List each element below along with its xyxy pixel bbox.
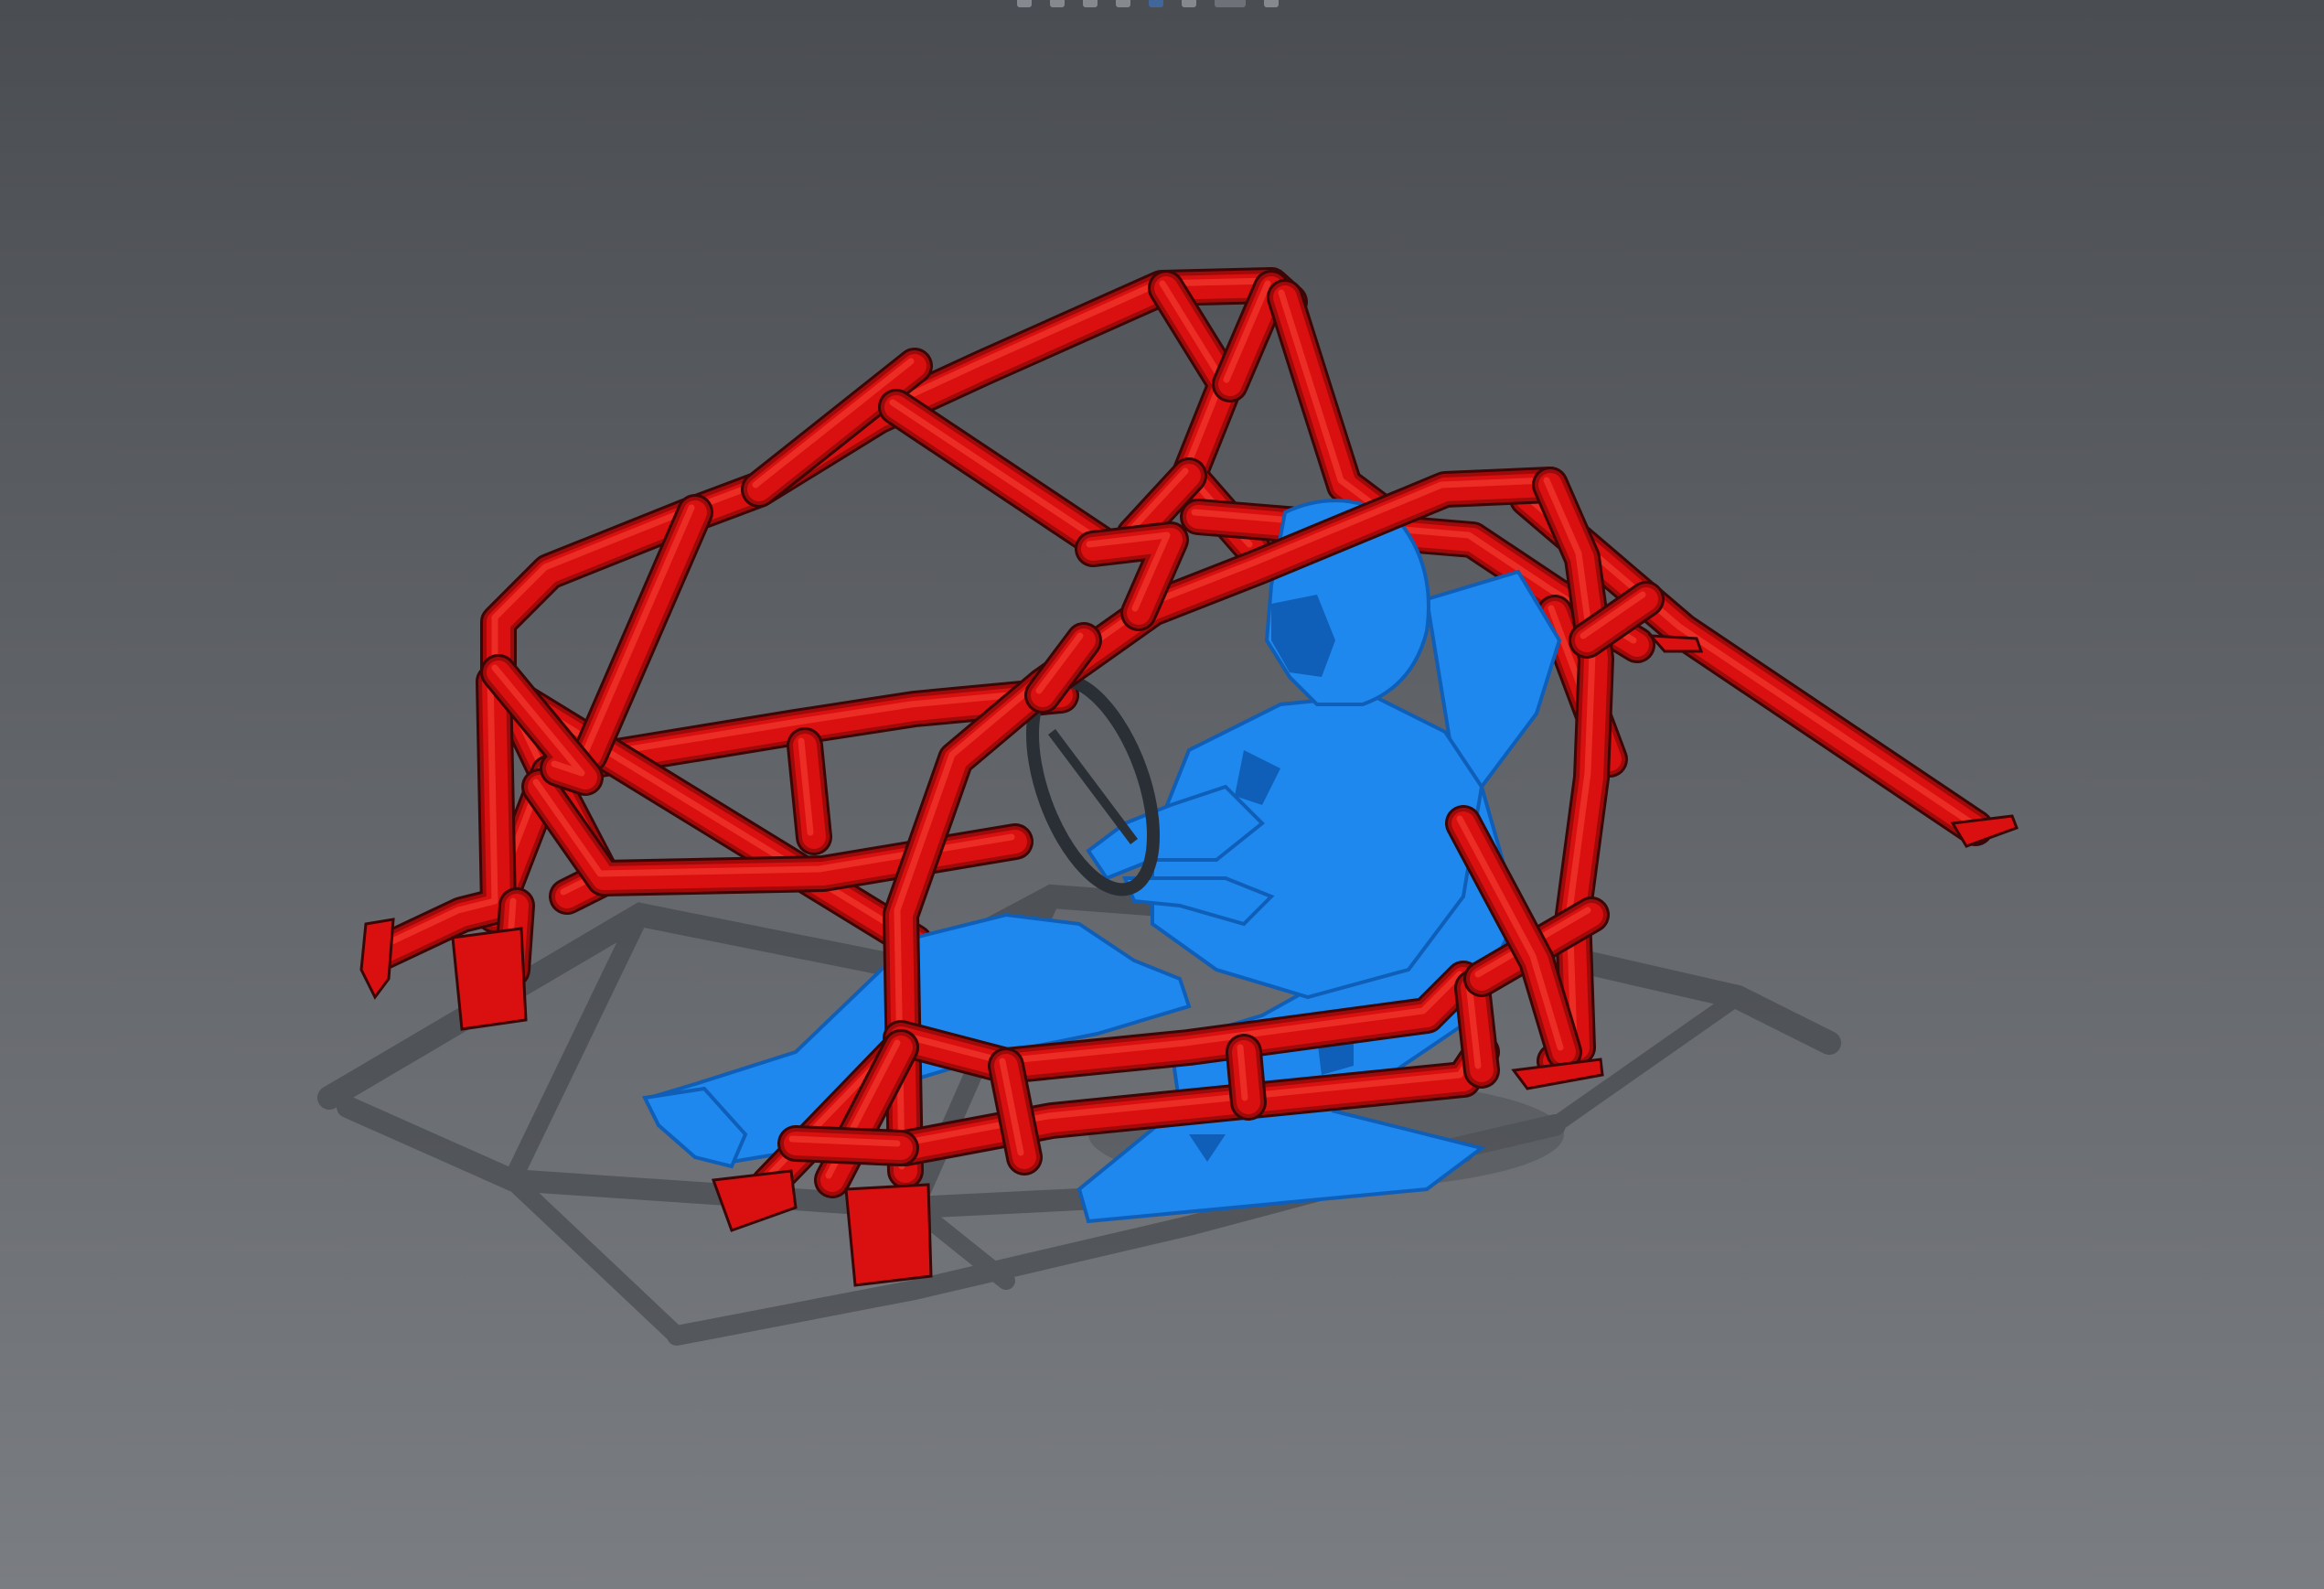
mounting-plate <box>451 927 528 1031</box>
tube-highlight <box>889 399 1102 543</box>
graphics-viewport[interactable] <box>0 0 2324 1589</box>
mounting-plate <box>1511 1058 1604 1090</box>
mounting-plate <box>711 1169 798 1232</box>
tube-highlight <box>1237 1044 1248 1101</box>
model-scene[interactable] <box>0 0 2324 1589</box>
mounting-plate <box>844 1183 933 1287</box>
mounting-plate <box>359 918 395 1000</box>
tube-highlight <box>788 1135 901 1147</box>
mounting-plate <box>1647 634 1704 653</box>
